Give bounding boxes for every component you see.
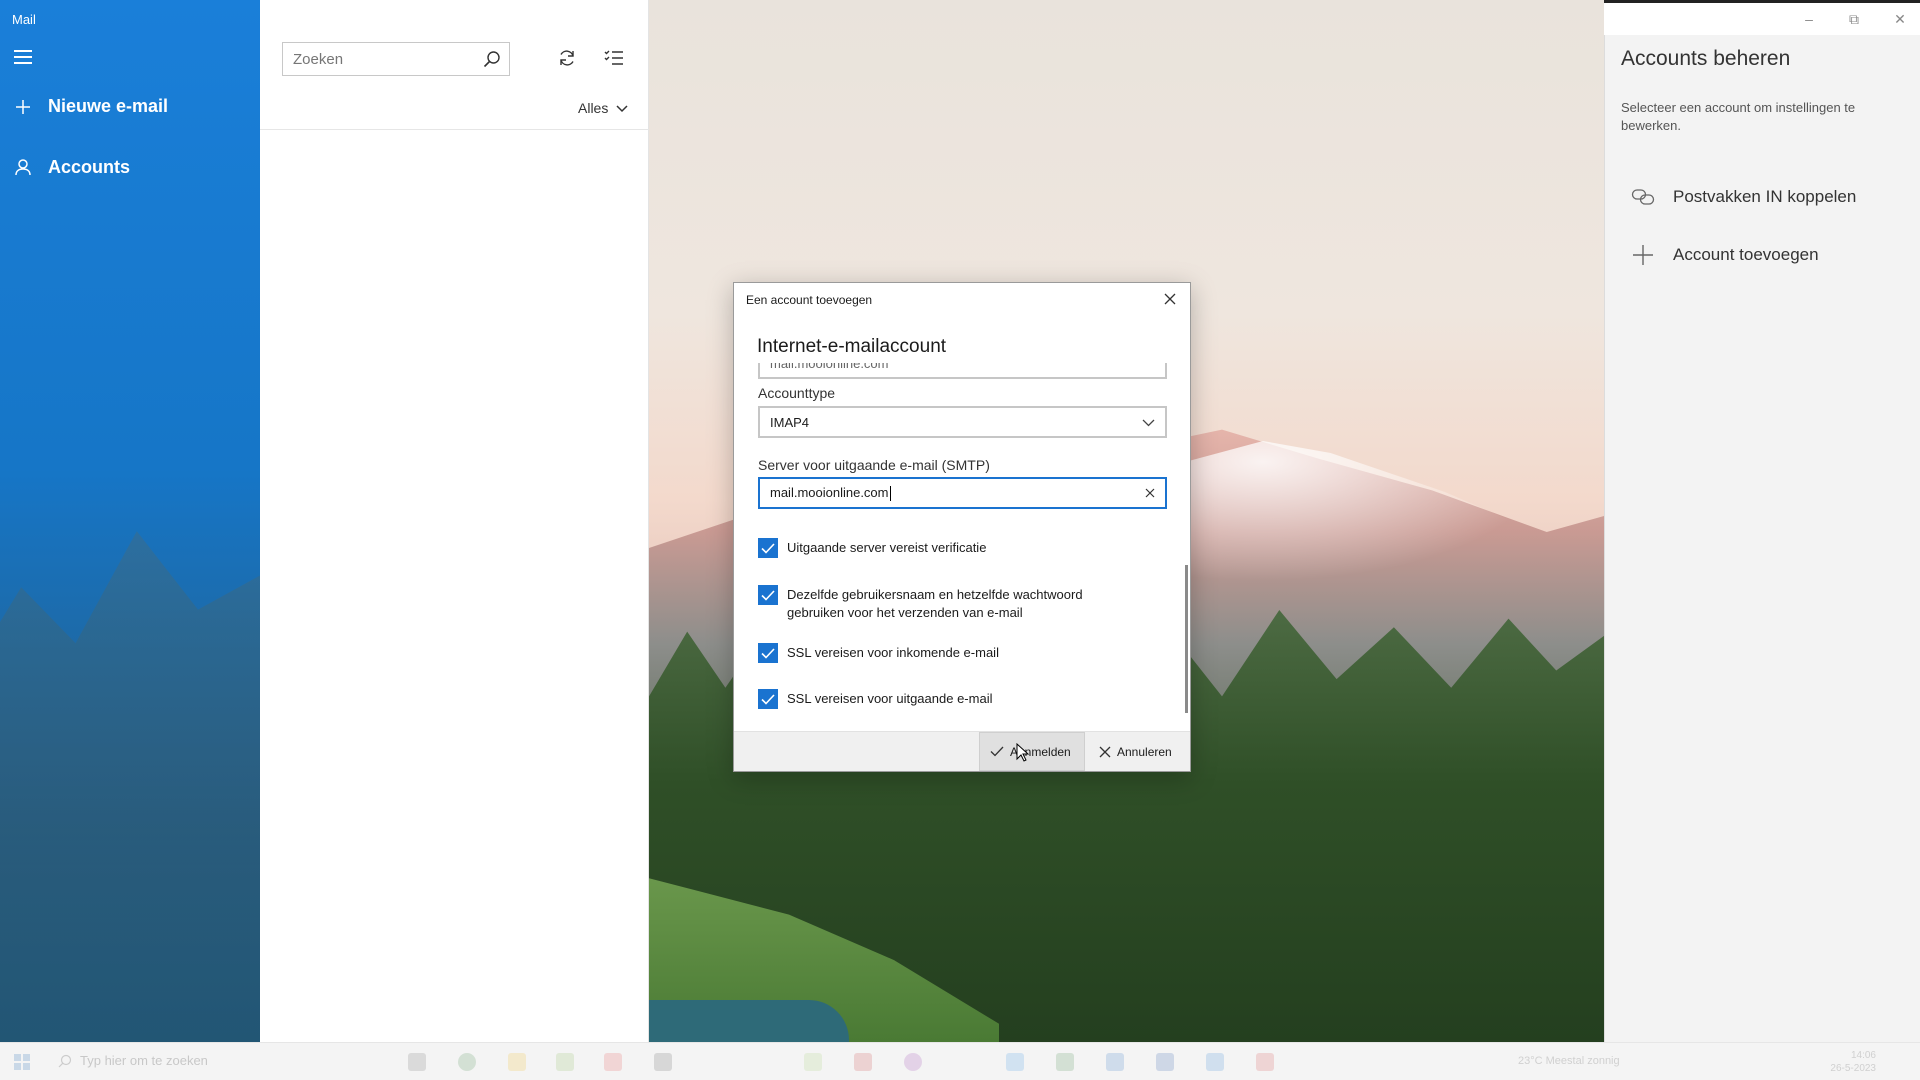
app-title: Mail xyxy=(12,12,36,27)
dialog-scrollbar[interactable] xyxy=(1185,565,1188,713)
link-icon xyxy=(1631,185,1655,209)
chevron-down-icon xyxy=(616,100,628,116)
filter-label: Alles xyxy=(578,100,609,116)
app-icon[interactable] xyxy=(556,1053,574,1071)
search-icon[interactable] xyxy=(483,50,501,73)
account-type-label: Accounttype xyxy=(758,385,836,401)
plus-icon xyxy=(1631,243,1655,267)
minimize-button[interactable]: – xyxy=(1797,8,1821,30)
chrome-icon[interactable] xyxy=(458,1053,476,1071)
smtp-value: mail.mooionline.com xyxy=(770,484,889,500)
hamburger-icon[interactable] xyxy=(14,50,32,64)
checkbox-label: SSL vereisen voor uitgaande e-mail xyxy=(787,691,993,706)
checkmark-icon[interactable] xyxy=(758,689,778,709)
taskbar-search[interactable]: Typ hier om te zoeken xyxy=(58,1053,208,1068)
close-icon[interactable] xyxy=(1160,289,1180,309)
app-icon[interactable] xyxy=(1106,1053,1124,1071)
dialog-footer: Aanmelden Annuleren xyxy=(734,731,1190,771)
dialog-title: Een account toevoegen xyxy=(746,293,873,307)
dialog-scroll-area[interactable]: mail.mooionline.com Accounttype IMAP4 Se… xyxy=(734,363,1192,713)
clock-date: 26-5-2023 xyxy=(1830,1063,1876,1074)
checkmark-icon[interactable] xyxy=(758,585,778,605)
checkmark-icon[interactable] xyxy=(758,643,778,663)
new-mail-label: Nieuwe e-mail xyxy=(48,96,169,116)
checkbox-ssl-incoming[interactable]: SSL vereisen voor inkomende e-mail xyxy=(758,643,1158,663)
checkbox-label: Dezelfde gebruikersnaam en hetzelfde wac… xyxy=(787,587,1083,620)
smtp-label: Server voor uitgaande e-mail (SMTP) xyxy=(758,457,990,473)
sync-icon[interactable] xyxy=(557,48,577,73)
mouse-cursor-icon xyxy=(1016,742,1030,768)
add-account-button[interactable]: Account toevoegen xyxy=(1631,243,1819,267)
cancel-label: Annuleren xyxy=(1117,744,1172,759)
text-caret xyxy=(889,486,891,502)
lake xyxy=(649,1000,849,1042)
clock-time: 14:06 xyxy=(1850,1050,1876,1061)
plus-icon xyxy=(14,98,32,116)
link-inboxes-label: Postvakken IN koppelen xyxy=(1673,187,1857,206)
checkmark-icon xyxy=(990,746,1004,757)
add-account-label: Account toevoegen xyxy=(1673,245,1819,264)
taskbar: Typ hier om te zoeken 23°C Meestal zonni… xyxy=(0,1042,1920,1080)
checkmark-icon[interactable] xyxy=(758,538,778,558)
panel-subtitle: Selecteer een account om instellingen te… xyxy=(1621,100,1856,133)
dialog-heading: Internet-e-mailaccount xyxy=(757,336,947,357)
checkbox-outgoing-auth[interactable]: Uitgaande server vereist verificatie xyxy=(758,538,1158,558)
panel-title: Accounts beheren xyxy=(1621,47,1791,70)
sign-in-button[interactable]: Aanmelden xyxy=(979,732,1085,771)
search-input[interactable] xyxy=(283,43,463,75)
checkbox-label: SSL vereisen voor inkomende e-mail xyxy=(787,645,999,660)
close-icon xyxy=(1099,746,1111,758)
task-view-icon[interactable] xyxy=(408,1053,426,1071)
accounts-button[interactable]: Accounts xyxy=(14,157,130,178)
accounts-label: Accounts xyxy=(48,157,131,177)
manage-accounts-panel: Accounts beheren Selecteer een account o… xyxy=(1604,35,1920,1042)
app-icon[interactable] xyxy=(1056,1053,1074,1071)
mail-icon[interactable] xyxy=(1006,1053,1024,1071)
checkbox-same-credentials[interactable]: Dezelfde gebruikersnaam en hetzelfde wac… xyxy=(758,585,1158,622)
app-icon[interactable] xyxy=(804,1053,822,1071)
taskbar-clock[interactable]: 14:06 26-5-2023 xyxy=(1816,1049,1876,1075)
weather-widget[interactable]: 23°C Meestal zonnig xyxy=(1518,1055,1620,1067)
maximize-button[interactable]: ⧉ xyxy=(1842,8,1866,30)
app-icon[interactable] xyxy=(1156,1053,1174,1071)
add-account-dialog: Een account toevoegen Internet-e-mailacc… xyxy=(733,282,1191,772)
search-box[interactable] xyxy=(282,42,510,76)
checkbox-label: Uitgaande server vereist verificatie xyxy=(787,540,987,555)
windows-start-icon[interactable] xyxy=(14,1054,30,1070)
account-type-value: IMAP4 xyxy=(770,414,810,430)
smtp-server-input[interactable]: mail.mooionline.com xyxy=(758,477,1167,509)
app-icon[interactable] xyxy=(1206,1053,1224,1071)
checkbox-ssl-outgoing[interactable]: SSL vereisen voor uitgaande e-mail xyxy=(758,689,1158,709)
link-inboxes-button[interactable]: Postvakken IN koppelen xyxy=(1631,185,1856,209)
clear-icon[interactable] xyxy=(1145,486,1155,501)
file-explorer-icon[interactable] xyxy=(508,1053,526,1071)
message-list-pane: Alles xyxy=(260,0,649,1042)
list-divider xyxy=(260,129,649,130)
app-icon[interactable] xyxy=(604,1053,622,1071)
app-icon[interactable] xyxy=(1256,1053,1274,1071)
close-window-button[interactable]: ✕ xyxy=(1888,8,1912,30)
filter-list-icon[interactable] xyxy=(604,48,624,73)
filter-dropdown[interactable]: Alles xyxy=(578,100,628,116)
chevron-down-icon xyxy=(1142,415,1155,430)
incoming-server-field[interactable]: mail.mooionline.com xyxy=(758,363,1167,379)
cancel-button[interactable]: Annuleren xyxy=(1089,732,1189,771)
app-icon[interactable] xyxy=(654,1053,672,1071)
new-mail-button[interactable]: Nieuwe e-mail xyxy=(14,96,168,117)
account-type-select[interactable]: IMAP4 xyxy=(758,406,1167,438)
taskbar-search-placeholder: Typ hier om te zoeken xyxy=(80,1053,208,1068)
person-icon xyxy=(14,159,32,177)
nav-background-mountain xyxy=(0,531,260,1042)
app-icon[interactable] xyxy=(854,1053,872,1071)
navigation-pane: Mail Nieuwe e-mail Accounts xyxy=(0,0,260,1042)
app-icon[interactable] xyxy=(904,1053,922,1071)
